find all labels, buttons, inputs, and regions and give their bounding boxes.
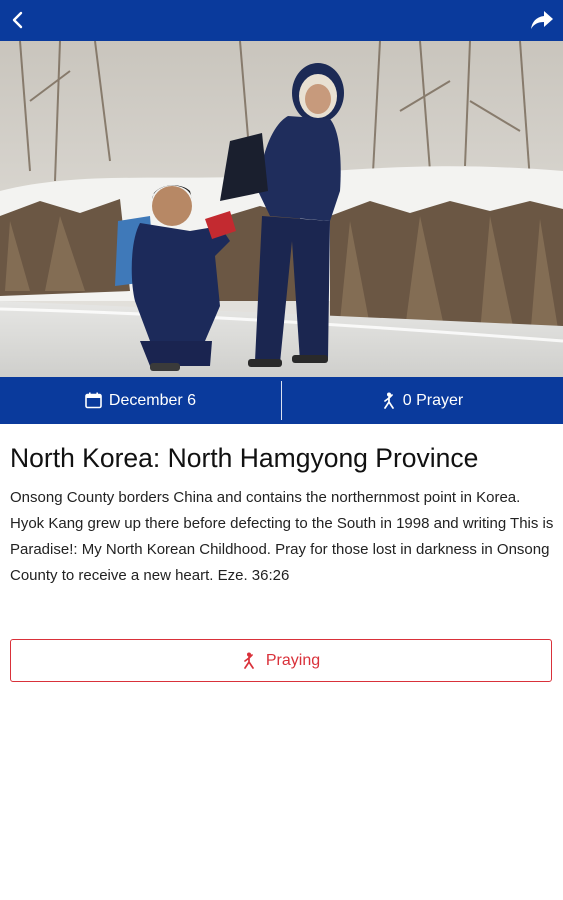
praying-person-icon	[382, 392, 396, 409]
calendar-icon	[85, 392, 102, 409]
chevron-left-icon	[12, 11, 23, 29]
top-app-bar	[0, 0, 563, 41]
praying-button-label: Praying	[265, 651, 321, 669]
prayer-count-label: 0 Prayer	[402, 391, 464, 409]
share-button[interactable]	[527, 6, 557, 34]
date-cell: December 6	[0, 377, 281, 424]
praying-person-icon	[242, 652, 256, 669]
info-divider	[281, 381, 282, 420]
share-arrow-icon	[531, 11, 553, 29]
prayer-description: Onsong County borders China and contains…	[10, 489, 554, 584]
hero-photo	[0, 41, 563, 377]
back-button[interactable]	[4, 6, 32, 34]
prayer-count-cell: 0 Prayer	[282, 377, 563, 424]
info-bar: December 6 0 Prayer	[0, 377, 563, 424]
praying-button[interactable]: Praying	[10, 639, 552, 682]
date-label: December 6	[108, 391, 197, 409]
page-title: North Korea: North Hamgyong Province	[10, 443, 479, 473]
